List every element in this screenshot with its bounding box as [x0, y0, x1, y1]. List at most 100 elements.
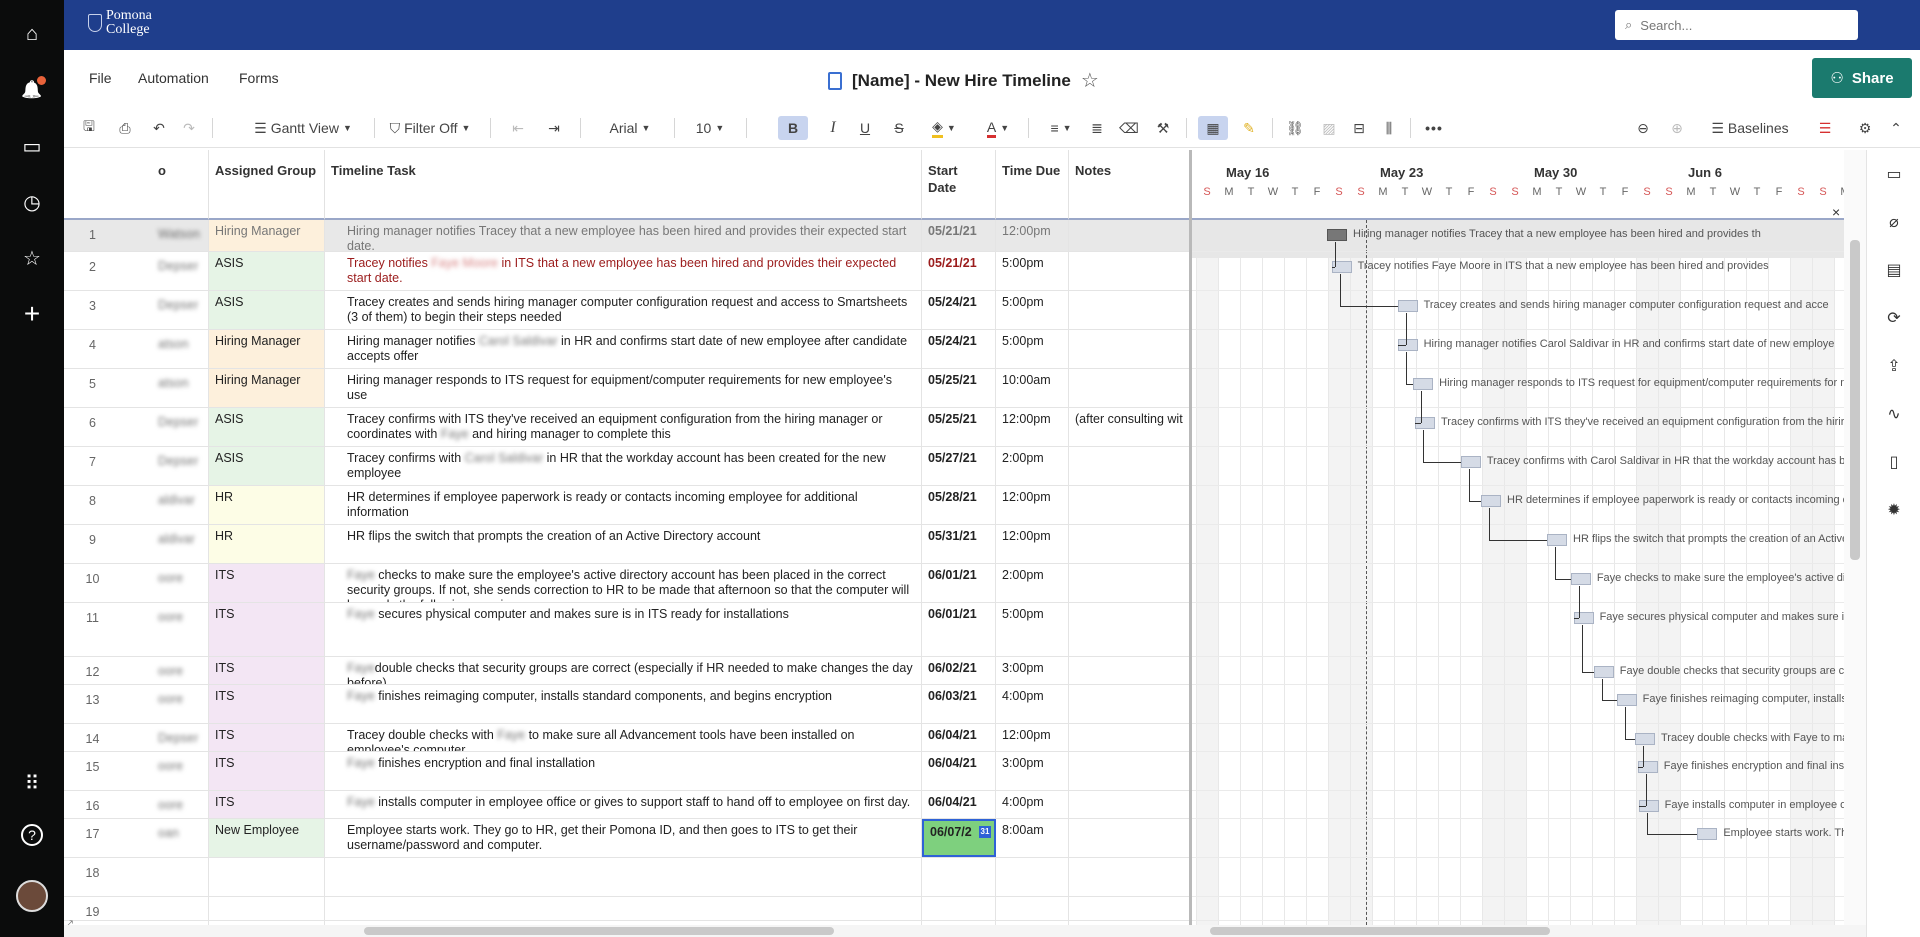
- gantt-bar[interactable]: [1570, 573, 1591, 585]
- time-due-cell[interactable]: 2:00pm: [996, 447, 1069, 485]
- apps-grid-icon[interactable]: ⠿: [16, 767, 48, 799]
- help-icon[interactable]: ?: [21, 824, 43, 846]
- assigned-group-cell[interactable]: ASIS: [209, 252, 325, 290]
- column-header-time-due[interactable]: Time Due: [996, 150, 1069, 220]
- assigned-group-cell[interactable]: Hiring Manager: [209, 220, 325, 251]
- row-number[interactable]: 17: [64, 819, 121, 857]
- start-date-cell[interactable]: 05/24/21: [922, 291, 996, 329]
- time-due-cell[interactable]: 3:00pm: [996, 752, 1069, 790]
- empty-cell[interactable]: [1069, 897, 1190, 920]
- table-row[interactable]: 18: [64, 858, 1190, 897]
- file-menu[interactable]: File: [89, 70, 112, 86]
- gantt-bar[interactable]: [1327, 229, 1347, 241]
- gantt-settings-icon[interactable]: ⚙: [1854, 116, 1876, 140]
- assigned-group-cell[interactable]: ASIS: [209, 447, 325, 485]
- critical-path-icon[interactable]: ☰: [1814, 116, 1836, 140]
- name-cell[interactable]: oore: [152, 564, 209, 602]
- timeline-task-cell[interactable]: Hiring manager notifies Tracey that a ne…: [325, 220, 922, 251]
- update-requests-icon[interactable]: ⟳: [1882, 306, 1906, 330]
- favorites-icon[interactable]: ☆: [16, 242, 48, 274]
- gantt-bar[interactable]: [1413, 378, 1434, 390]
- table-row[interactable]: 6 Depser ASIS Tracey confirms with ITS they…: [64, 408, 1190, 447]
- notes-cell[interactable]: [1069, 724, 1190, 751]
- assigned-group-cell[interactable]: ITS: [209, 657, 325, 684]
- row-number[interactable]: 1: [64, 220, 121, 251]
- gantt-bar[interactable]: [1481, 495, 1501, 507]
- timeline-task-cell[interactable]: Tracey double checks with Faye to make s…: [325, 724, 922, 751]
- zoom-in-icon[interactable]: ⊕: [1666, 116, 1688, 140]
- name-cell[interactable]: Depser: [152, 291, 209, 329]
- gantt-bar[interactable]: [1397, 300, 1418, 312]
- notes-cell[interactable]: [1069, 525, 1190, 563]
- publish-icon[interactable]: ⇪: [1882, 354, 1906, 378]
- start-date-cell[interactable]: 05/31/21: [922, 525, 996, 563]
- create-icon[interactable]: +: [16, 298, 48, 330]
- timeline-task-cell[interactable]: Faye finishes encryption and final insta…: [325, 752, 922, 790]
- automation-menu[interactable]: Automation: [138, 70, 209, 86]
- start-date-cell[interactable]: 06/01/21: [922, 564, 996, 602]
- empty-cell[interactable]: [922, 897, 996, 920]
- grid-view-icon[interactable]: ▦: [1198, 116, 1228, 140]
- timeline-task-cell[interactable]: Hiring manager responds to ITS request f…: [325, 369, 922, 407]
- comments-icon[interactable]: ▭: [1882, 162, 1906, 186]
- recents-icon[interactable]: ◷: [16, 186, 48, 218]
- name-cell[interactable]: Depser: [152, 252, 209, 290]
- column-header-assigned-group[interactable]: Assigned Group: [209, 150, 325, 220]
- table-row[interactable]: 12 oore ITS Fayedouble checks that security…: [64, 657, 1190, 685]
- gantt-scroll-thumb[interactable]: [1210, 927, 1550, 935]
- link-icon[interactable]: ⛓: [1284, 116, 1306, 140]
- assigned-group-cell[interactable]: ASIS: [209, 408, 325, 446]
- highlight-changes-icon[interactable]: ✎: [1238, 116, 1260, 140]
- empty-cell[interactable]: [996, 858, 1069, 896]
- empty-cell[interactable]: [922, 858, 996, 896]
- gantt-vertical-scrollbar[interactable]: [1844, 150, 1866, 925]
- proofs-icon[interactable]: ▤: [1882, 258, 1906, 282]
- assigned-group-cell[interactable]: ITS: [209, 603, 325, 656]
- notes-cell[interactable]: [1069, 291, 1190, 329]
- time-due-cell[interactable]: 8:00am: [996, 819, 1069, 857]
- notes-cell[interactable]: [1069, 252, 1190, 290]
- name-cell[interactable]: atson: [152, 369, 209, 407]
- time-due-cell[interactable]: 10:00am: [996, 369, 1069, 407]
- start-date-cell[interactable]: 05/28/21: [922, 486, 996, 524]
- horizontal-scrollbar[interactable]: [64, 925, 1866, 937]
- row-number[interactable]: 18: [64, 858, 121, 896]
- time-due-cell[interactable]: 3:00pm: [996, 657, 1069, 684]
- more-icon[interactable]: •••: [1422, 116, 1446, 140]
- column-header[interactable]: o: [152, 150, 209, 220]
- notifications-icon[interactable]: 🔔: [16, 74, 48, 106]
- notes-cell[interactable]: [1069, 819, 1190, 857]
- table-row[interactable]: 11 oore ITS Faye secures physical computer …: [64, 603, 1190, 657]
- time-due-cell[interactable]: 12:00pm: [996, 525, 1069, 563]
- timeline-task-cell[interactable]: Fayedouble checks that security groups a…: [325, 657, 922, 684]
- row-number[interactable]: 16: [64, 791, 121, 818]
- attachments-icon[interactable]: ⌀: [1882, 210, 1906, 234]
- row-number[interactable]: 6: [64, 408, 121, 446]
- name-cell[interactable]: oan: [152, 819, 209, 857]
- assigned-group-cell[interactable]: HR: [209, 486, 325, 524]
- table-row[interactable]: 13 oore ITS Faye finishes reimaging compute…: [64, 685, 1190, 724]
- notes-cell[interactable]: (after consulting wit: [1069, 408, 1190, 446]
- table-row[interactable]: 1 Watson Hiring Manager Hiring manager noti…: [64, 220, 1190, 252]
- fill-color-button[interactable]: ◈ ▼: [926, 116, 962, 140]
- align-button[interactable]: ≡ ▼: [1044, 116, 1078, 140]
- assigned-group-cell[interactable]: ITS: [209, 724, 325, 751]
- undo-icon[interactable]: ↶: [148, 116, 170, 140]
- italic-button[interactable]: I: [822, 116, 844, 140]
- name-cell[interactable]: atson: [152, 330, 209, 368]
- start-date-cell[interactable]: 06/04/21: [922, 724, 996, 751]
- time-due-cell[interactable]: 12:00pm: [996, 408, 1069, 446]
- image-icon[interactable]: ▨: [1318, 116, 1340, 140]
- row-number[interactable]: 8: [64, 486, 121, 524]
- timeline-task-cell[interactable]: Tracey creates and sends hiring manager …: [325, 291, 922, 329]
- notes-cell[interactable]: [1069, 330, 1190, 368]
- row-number[interactable]: 15: [64, 752, 121, 790]
- notes-cell[interactable]: [1069, 752, 1190, 790]
- row-number[interactable]: 2: [64, 252, 121, 290]
- format-painter-icon[interactable]: ⚒: [1152, 116, 1174, 140]
- activity-log-icon[interactable]: ∿: [1882, 402, 1906, 426]
- font-family-dropdown[interactable]: Arial ▼: [600, 116, 660, 140]
- table-row[interactable]: 17 oan New Employee Employee starts work. T…: [64, 819, 1190, 858]
- table-row[interactable]: 3 Depser ASIS Tracey creates and sends hiri…: [64, 291, 1190, 330]
- table-row[interactable]: 2 Depser ASIS Tracey notifies Faye Moore in…: [64, 252, 1190, 291]
